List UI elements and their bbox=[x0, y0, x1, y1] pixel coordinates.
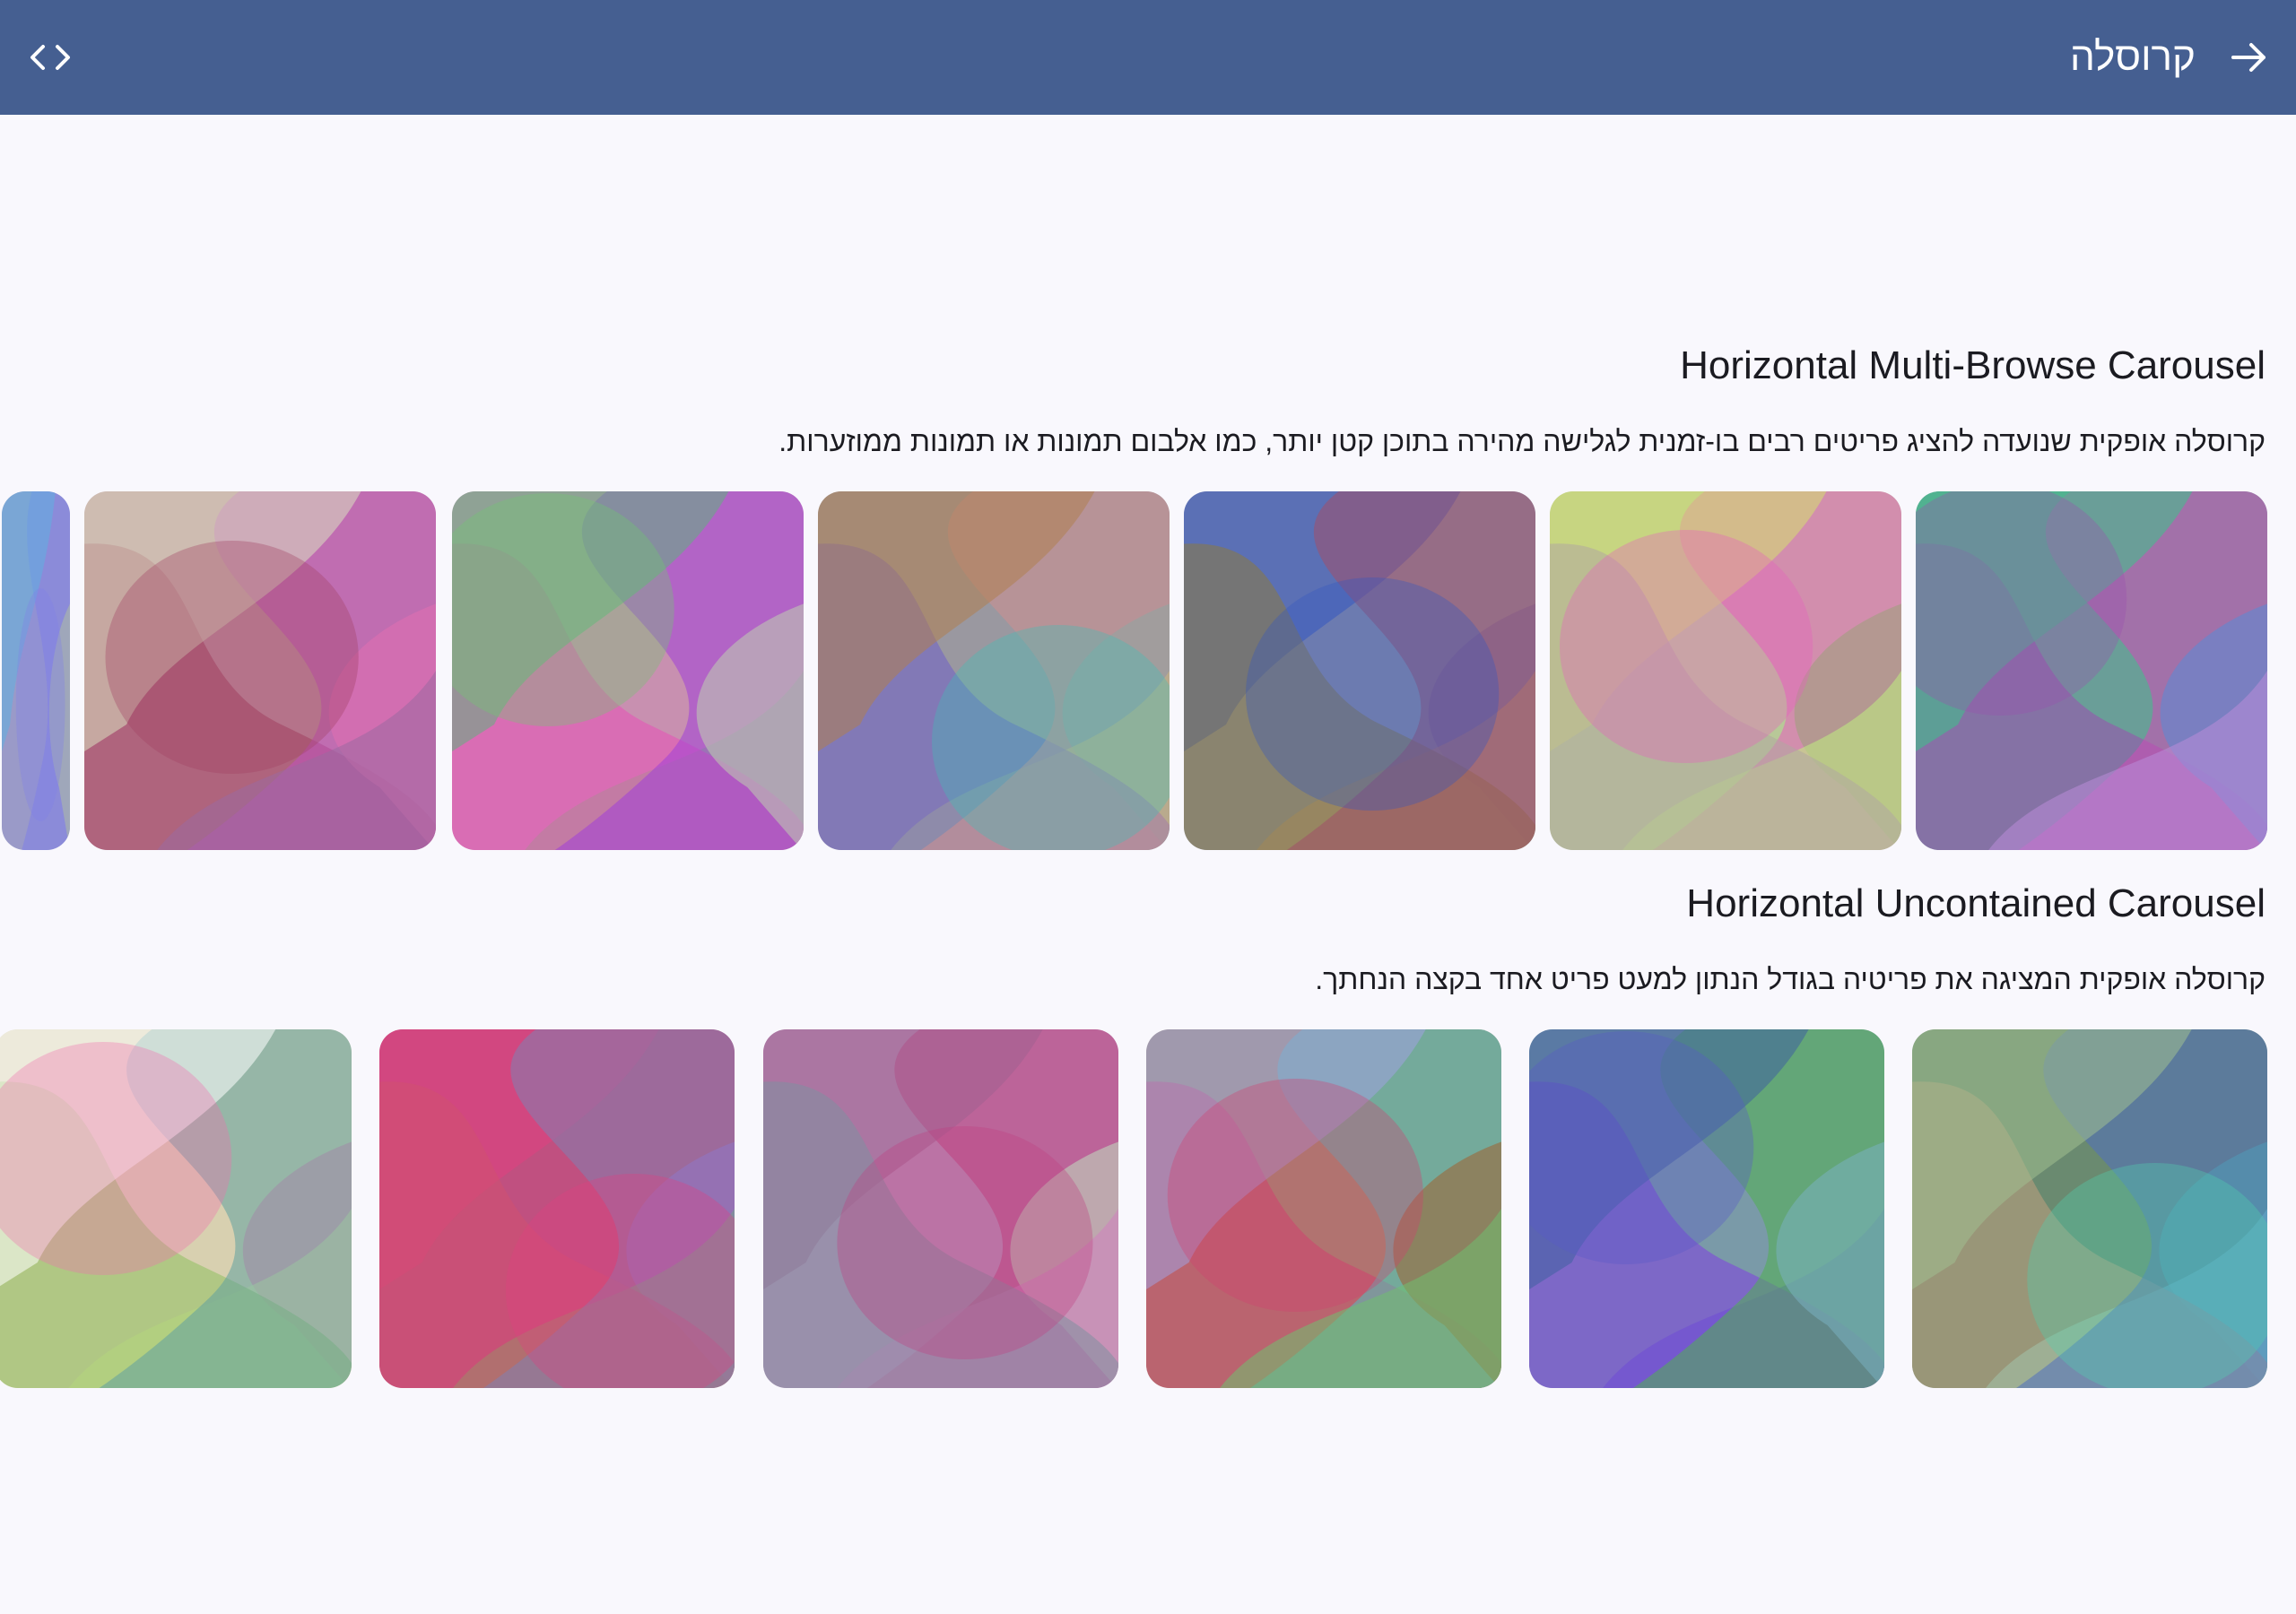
carousel-item-image[interactable] bbox=[1146, 1029, 1501, 1388]
carousel-item-image[interactable] bbox=[379, 1029, 735, 1388]
top-app-bar: קרוסלה bbox=[0, 0, 2296, 115]
carousel-item-image[interactable] bbox=[1550, 491, 1901, 850]
carousel-item-image[interactable] bbox=[0, 1029, 352, 1388]
carousel-item-image[interactable] bbox=[1912, 1029, 2267, 1388]
multi-browse-carousel[interactable] bbox=[0, 491, 2296, 850]
carousel-item-image[interactable] bbox=[1529, 1029, 1884, 1388]
code-icon[interactable] bbox=[27, 36, 74, 79]
page-title: קרוסלה bbox=[2069, 35, 2196, 79]
carousel-item-image[interactable] bbox=[1916, 491, 2267, 850]
section-description-uncontained: קרוסלה אופקית המציגה את פריטיה בגודל הנת… bbox=[1315, 963, 2266, 995]
carousel-item-image[interactable] bbox=[452, 491, 804, 850]
carousel-item-image[interactable] bbox=[763, 1029, 1118, 1388]
carousel-item-image[interactable] bbox=[818, 491, 1170, 850]
section-title-multi-browse: Horizontal Multi-Browse Carousel bbox=[1680, 343, 2266, 387]
uncontained-carousel[interactable] bbox=[0, 1029, 2296, 1388]
carousel-item-image[interactable] bbox=[2, 491, 70, 850]
carousel-item-image[interactable] bbox=[1184, 491, 1535, 850]
carousel-item-image[interactable] bbox=[84, 491, 436, 850]
section-description-multi-browse: קרוסלה אופקית שנועדה להציג פריטים רבים ב… bbox=[778, 425, 2266, 457]
arrow-forward-icon[interactable] bbox=[2228, 36, 2271, 79]
section-title-uncontained: Horizontal Uncontained Carousel bbox=[1686, 881, 2266, 925]
